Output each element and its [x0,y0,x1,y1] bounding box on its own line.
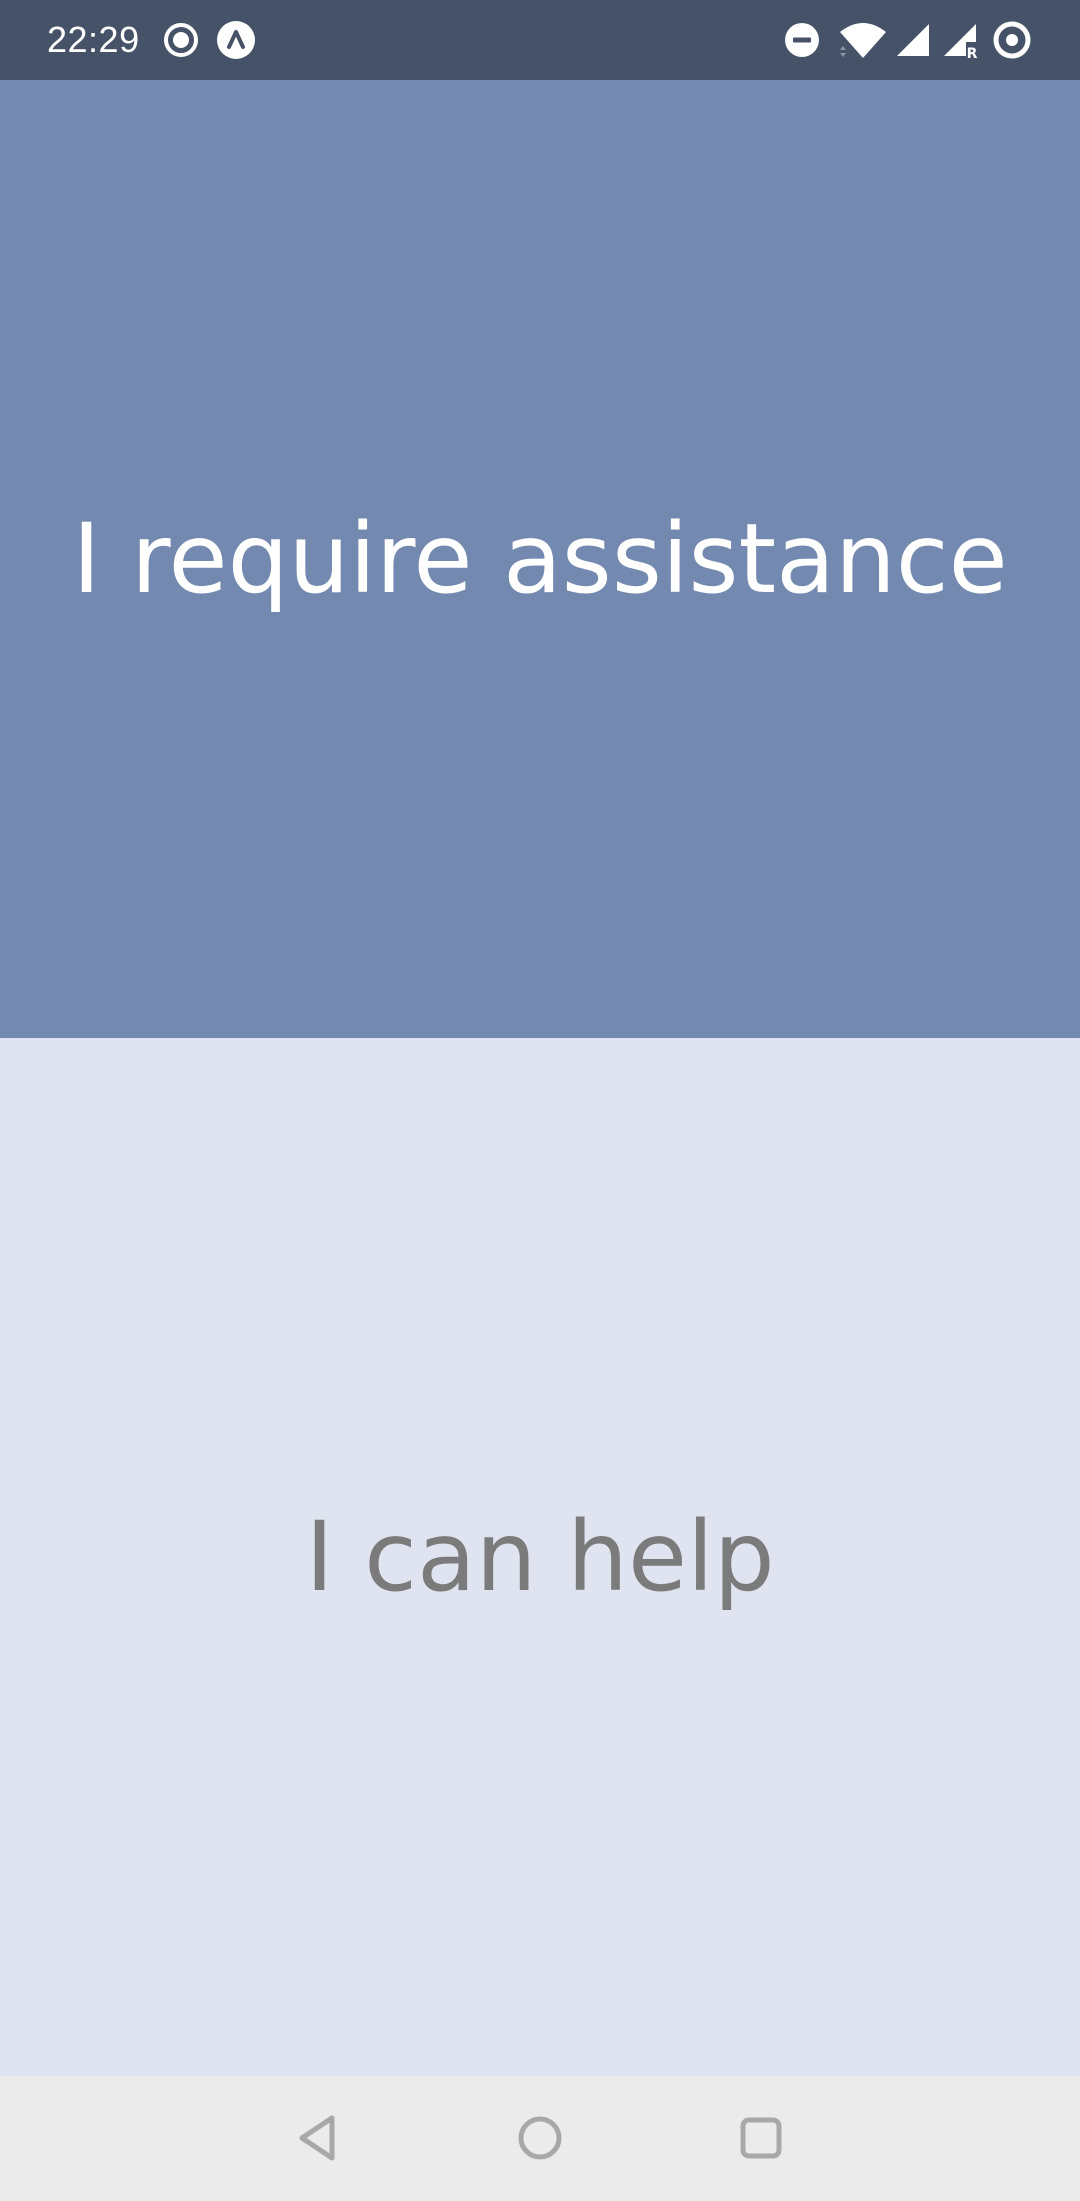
back-icon[interactable] [290,2108,350,2168]
request-assistance-button[interactable]: I require assistance [0,80,1080,1038]
offer-help-button[interactable]: I can help [0,1038,1080,2076]
status-time: 22:29 [47,19,140,60]
app-notification-icon [216,20,256,60]
record-icon [161,20,201,60]
hotspot-icon [992,20,1032,60]
navigation-bar [0,2076,1080,2201]
app-screen: 22:29 R I require assistance I can help [0,0,1080,2201]
status-bar: 22:29 R [0,0,1080,80]
home-icon[interactable] [510,2108,570,2168]
request-assistance-label: I require assistance [72,503,1008,615]
signal-roaming-icon: R [940,20,980,60]
offer-help-label: I can help [305,1501,775,1613]
signal-icon [893,20,933,60]
do-not-disturb-icon [782,20,822,60]
svg-text:R: R [967,46,978,60]
recents-icon[interactable] [731,2108,791,2168]
wifi-icon [838,20,888,60]
